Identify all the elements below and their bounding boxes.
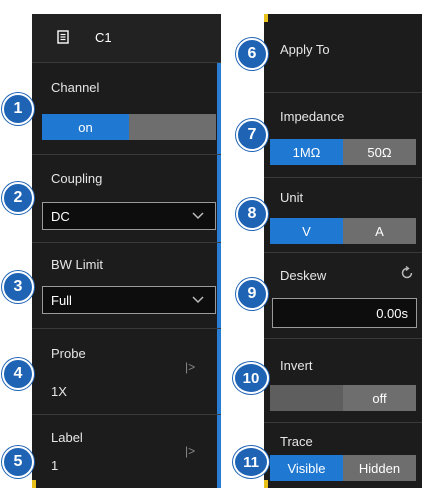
apply-to-label: Apply To xyxy=(280,42,330,57)
callout-badge-6: 6 xyxy=(236,38,268,70)
probe-label: Probe xyxy=(51,346,86,361)
unit-section: Unit V A xyxy=(264,177,422,253)
bw-limit-value: Full xyxy=(51,292,72,308)
callout-badge-11: 11 xyxy=(233,446,269,478)
probe-value: 1X xyxy=(51,384,67,399)
invert-on-segment[interactable] xyxy=(270,385,343,411)
callout-badge-9: 9 xyxy=(236,278,268,310)
callout-badge-3: 3 xyxy=(2,271,34,303)
apply-to-section[interactable]: Apply To xyxy=(264,14,422,93)
label-label: Label xyxy=(51,430,83,445)
document-icon xyxy=(57,30,69,44)
channel-off-segment[interactable] xyxy=(129,114,216,140)
deskew-input[interactable]: 0.00s xyxy=(272,298,417,328)
trace-section: Trace Visible Hidden xyxy=(264,422,422,488)
callout-badge-7: 7 xyxy=(236,119,268,151)
trace-toggle[interactable]: Visible Hidden xyxy=(270,455,416,481)
expand-arrow-icon: |> xyxy=(185,444,196,458)
probe-section[interactable]: Probe 1X |> xyxy=(32,328,221,415)
unit-a-option[interactable]: A xyxy=(343,218,416,244)
unit-v-option[interactable]: V xyxy=(270,218,343,244)
channel-toggle[interactable]: on xyxy=(42,114,216,140)
chevron-down-icon xyxy=(192,296,204,304)
coupling-value: DC xyxy=(51,208,70,224)
channel-label: Channel xyxy=(51,80,100,95)
deskew-section: Deskew 0.00s xyxy=(264,252,422,339)
impedance-50ohm-option[interactable]: 50Ω xyxy=(343,139,416,165)
channel-menu-panel-page2: Apply To Impedance 1MΩ 50Ω Unit V A Desk… xyxy=(264,14,422,488)
expand-arrow-icon: |> xyxy=(185,360,196,374)
trace-hidden-option[interactable]: Hidden xyxy=(343,455,416,481)
impedance-label: Impedance xyxy=(280,109,345,124)
label-section[interactable]: Label 1 |> xyxy=(32,414,221,488)
unit-label: Unit xyxy=(280,190,304,205)
callout-badge-4: 4 xyxy=(2,358,34,390)
channel-on-segment[interactable]: on xyxy=(42,114,129,140)
reset-icon[interactable] xyxy=(400,266,414,280)
trace-label: Trace xyxy=(280,434,313,449)
channel-menu-panel: C1 Channel on Coupling DC BW Limit Full … xyxy=(32,14,221,488)
impedance-1mohm-option[interactable]: 1MΩ xyxy=(270,139,343,165)
bw-limit-section: BW Limit Full xyxy=(32,242,221,329)
coupling-select[interactable]: DC xyxy=(42,202,216,230)
invert-toggle[interactable]: off xyxy=(270,385,416,411)
invert-off-segment[interactable]: off xyxy=(343,385,416,411)
impedance-toggle[interactable]: 1MΩ 50Ω xyxy=(270,139,416,165)
bw-limit-label: BW Limit xyxy=(51,257,103,272)
callout-badge-1: 1 xyxy=(2,93,34,125)
callout-badge-2: 2 xyxy=(2,182,34,214)
label-value: 1 xyxy=(51,458,59,473)
callout-badge-5: 5 xyxy=(2,446,34,478)
callout-badge-8: 8 xyxy=(236,198,268,230)
impedance-section: Impedance 1MΩ 50Ω xyxy=(264,92,422,178)
callout-badge-10: 10 xyxy=(233,362,269,394)
chevron-down-icon xyxy=(192,212,204,220)
trace-visible-option[interactable]: Visible xyxy=(270,455,343,481)
coupling-label: Coupling xyxy=(51,171,103,186)
invert-label: Invert xyxy=(280,358,313,373)
deskew-value: 0.00s xyxy=(376,305,408,321)
deskew-label: Deskew xyxy=(280,268,327,283)
unit-toggle[interactable]: V A xyxy=(270,218,416,244)
coupling-section: Coupling DC xyxy=(32,154,221,243)
bw-limit-select[interactable]: Full xyxy=(42,286,216,314)
channel-section: Channel on xyxy=(32,62,221,155)
channel-header: C1 xyxy=(32,14,221,63)
channel-title: C1 xyxy=(95,30,112,45)
invert-section: Invert off xyxy=(264,338,422,423)
